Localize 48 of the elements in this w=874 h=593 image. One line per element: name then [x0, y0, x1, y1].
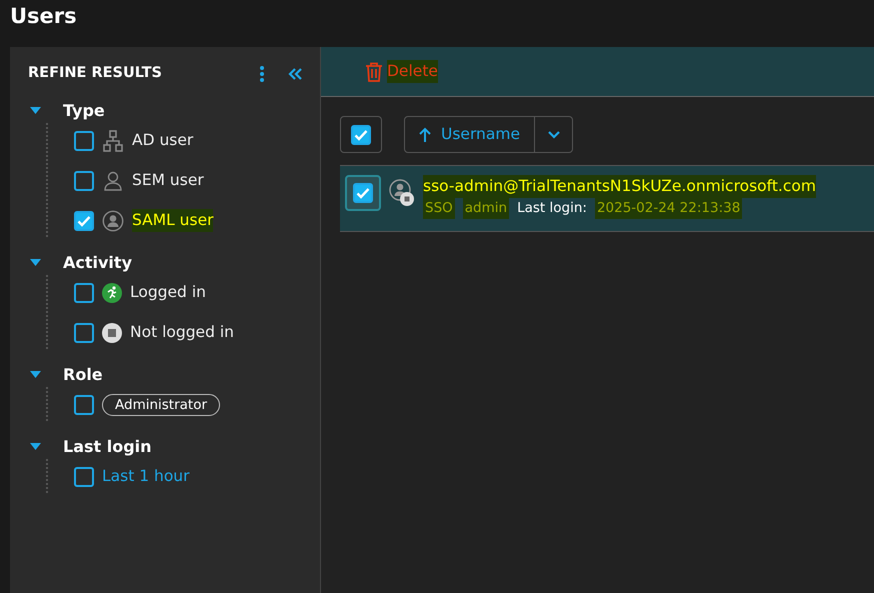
last-login-time: 2025-02-24 22:13:38 [594, 198, 742, 218]
checkbox[interactable] [74, 170, 94, 191]
page-title: Users [9, 3, 78, 30]
running-person-icon [102, 282, 122, 303]
expand-toggle-icon[interactable] [30, 371, 41, 378]
user-tag: SSO [423, 198, 455, 218]
filter-option-label: SEM user [132, 170, 204, 192]
arrow-up-icon [419, 126, 431, 142]
filter-group-heading: Last login [63, 436, 152, 458]
role-tag[interactable]: Administrator [102, 394, 220, 416]
filter-option-label: Logged in [130, 282, 206, 304]
select-all-checkbox[interactable] [351, 124, 371, 144]
checkbox[interactable] [74, 130, 94, 151]
user-tag: admin [462, 198, 510, 218]
expand-toggle-icon[interactable] [30, 259, 41, 266]
check-icon [354, 128, 368, 140]
sort-button[interactable]: Username [404, 116, 536, 153]
sort-dropdown-button[interactable] [535, 116, 574, 153]
filter-option-label: SAML user [132, 209, 214, 232]
user-circle-icon [102, 210, 124, 232]
person-icon [102, 170, 124, 192]
checkbox[interactable] [74, 466, 94, 487]
filter-group-heading: Activity [63, 252, 132, 274]
user-list-row[interactable]: sso-admin@TrialTenantsN1SkUZe.onmicrosoft.com SSO admin Last login: 2025-02-24 22:13:38 [340, 165, 874, 232]
filter-panel-title: REFINE RESULTS [28, 64, 162, 83]
user-status-icon [389, 179, 415, 207]
filter-link[interactable]: Last 1 hour [102, 465, 190, 488]
network-icon [102, 130, 124, 152]
checkbox[interactable] [74, 210, 94, 231]
more-menu-button[interactable] [260, 66, 264, 82]
expand-toggle-icon[interactable] [30, 443, 41, 450]
check-icon [77, 214, 91, 227]
stop-icon [102, 322, 122, 343]
check-icon [356, 187, 370, 199]
filter-option-label: Not logged in [130, 322, 234, 344]
expand-toggle-icon[interactable] [30, 107, 41, 114]
trash-icon [365, 62, 383, 82]
username: sso-admin@TrialTenantsN1SkUZe.onmicrosoft.com [423, 175, 816, 198]
collapse-panel-button[interactable] [288, 66, 302, 82]
checkbox[interactable] [74, 282, 94, 303]
chevron-down-icon [548, 130, 560, 138]
filter-option-label: AD user [132, 130, 194, 152]
last-login-label: Last login: [517, 199, 587, 218]
filter-group-heading: Role [63, 364, 103, 386]
checkbox[interactable] [74, 322, 94, 343]
row-checkbox[interactable] [345, 175, 381, 211]
filter-group-heading: Type [63, 100, 105, 122]
checkbox[interactable] [74, 394, 94, 415]
